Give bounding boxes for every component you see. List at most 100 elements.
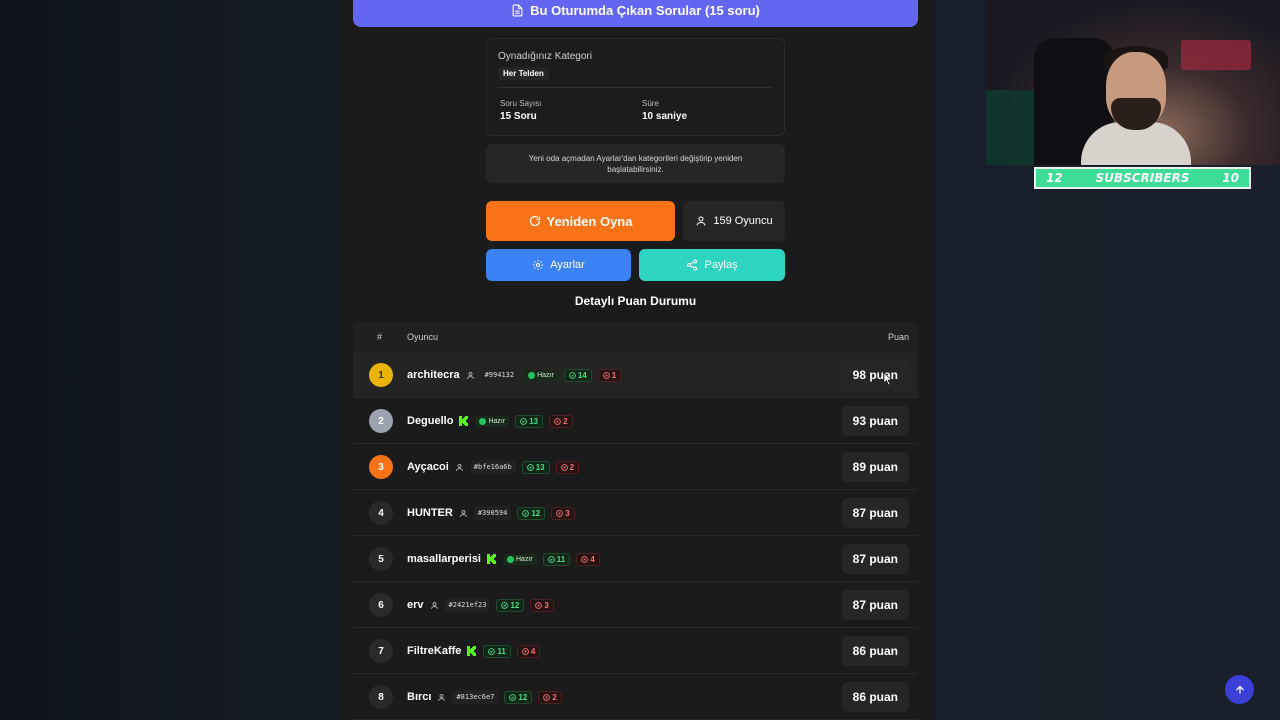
arrow-up-icon (1235, 685, 1244, 693)
player-name[interactable]: Deguello (407, 415, 453, 427)
correct-count: 11 (542, 552, 571, 566)
player-name[interactable]: HUNTER (407, 507, 453, 519)
wrong-value: 2 (552, 692, 557, 702)
ready-badge: Hazır (475, 415, 510, 427)
share-button[interactable]: Paylaş (639, 249, 785, 281)
correct-value: 13 (535, 462, 545, 472)
guest-user-icon (459, 509, 467, 517)
check-icon (479, 417, 487, 425)
player-tag: #2421ef23 (444, 598, 491, 612)
rank-badge: 2 (369, 409, 393, 433)
wrong-value: 3 (565, 508, 570, 518)
session-questions-button[interactable]: Bu Oturumda Çıkan Sorular (15 soru) (353, 0, 918, 27)
wrong-count: 4 (576, 552, 600, 566)
replay-button[interactable]: Yeniden Oyna (486, 201, 675, 241)
check-circle-icon (568, 371, 576, 379)
player-header: Oyuncu (407, 332, 439, 342)
check-circle-icon (526, 463, 534, 471)
player-cell: architecra #994132 Hazır 14 1 (407, 352, 622, 398)
rank-badge: 8 (369, 685, 393, 709)
correct-value: 13 (529, 416, 539, 426)
player-cell: FiltreKaffe 11 4 (407, 628, 541, 674)
subs-count-left: 12 (1046, 171, 1063, 185)
table-row: 8 Bırcı #813ec6e7 12 2 86 puan (353, 674, 918, 720)
player-name[interactable]: Ayçacoi (407, 461, 449, 473)
rank-badge: 7 (369, 639, 393, 663)
score-badge: 86 puan (841, 682, 909, 712)
wrong-value: 1 (611, 370, 617, 380)
player-cell: erv #2421ef23 12 3 (407, 582, 554, 628)
rank-badge: 5 (369, 547, 393, 571)
scroll-to-top-button[interactable] (1225, 675, 1254, 704)
scoreboard-title: Detaylı Puan Durumu (574, 294, 697, 308)
wrong-count: 2 (538, 690, 562, 704)
player-name[interactable]: masallarperisi (407, 553, 481, 565)
check-circle-icon (501, 601, 509, 609)
question-count-label: Soru Sayısı (500, 99, 542, 108)
player-cell: masallarperisi Hazır 11 4 (407, 536, 600, 582)
ready-badge: Hazır (503, 553, 537, 565)
kick-icon (459, 416, 469, 426)
wrong-count: 1 (597, 368, 622, 382)
players-count-label: 159 Oyuncu (713, 215, 773, 227)
guest-user-icon (455, 463, 463, 471)
player-name[interactable]: Bırcı (407, 691, 431, 703)
player-tag: #813ec6e7 (452, 690, 499, 704)
correct-value: 11 (556, 554, 566, 564)
rank-badge: 4 (369, 501, 393, 525)
rank-badge: 3 (369, 455, 393, 479)
x-circle-icon (522, 647, 529, 655)
time-label: Süre (642, 99, 659, 108)
correct-count: 13 (515, 414, 544, 428)
player-cell: Deguello Hazır 13 2 (407, 398, 573, 444)
player-name[interactable]: FiltreKaffe (407, 645, 461, 657)
question-count-value: 15 Soru (500, 111, 537, 122)
settings-note: Yeni oda açmadan Ayarlar'dan kategoriler… (486, 144, 785, 183)
table-row: 2 Deguello Hazır 13 2 93 puan (353, 398, 918, 444)
wrong-value: 4 (590, 554, 595, 564)
wrong-value: 3 (544, 600, 549, 610)
check-circle-icon (488, 647, 496, 655)
x-circle-icon (543, 693, 551, 701)
subscriber-goal-bar: 12 SUBSCRIBERS 10 (1034, 167, 1251, 189)
table-row: 3 Ayçacoi #bfe16a6b 13 2 89 puan (353, 444, 918, 490)
x-circle-icon (535, 601, 543, 609)
wrong-count: 2 (555, 460, 580, 474)
correct-count: 12 (517, 506, 546, 520)
check-circle-icon (509, 693, 517, 701)
player-tag: #bfe16a6b (469, 460, 516, 474)
category-badge: Her Telden (498, 67, 549, 80)
time-value: 10 saniye (642, 111, 688, 122)
session-questions-label: Bu Oturumda Çıkan Sorular (15 soru) (530, 3, 760, 18)
share-icon (687, 259, 698, 271)
players-count-button[interactable]: 159 Oyuncu (683, 201, 785, 241)
player-tag: #390594 (473, 506, 512, 520)
webcam-overlay (986, 0, 1280, 165)
category-label: Oynadığınız Kategori (498, 51, 592, 62)
correct-value: 12 (531, 508, 541, 518)
table-header: # Oyuncu Puan (353, 322, 918, 352)
score-badge: 87 puan (841, 498, 909, 528)
gear-icon (533, 260, 544, 270)
mouse-cursor-icon (884, 373, 892, 385)
check-icon (528, 371, 536, 379)
subs-label: SUBSCRIBERS (1095, 171, 1190, 185)
table-row: 5 masallarperisi Hazır 11 4 87 puan (353, 536, 918, 582)
score-header: Puan (887, 332, 909, 342)
rank-badge: 6 (369, 593, 393, 617)
player-tag: #994132 (480, 368, 519, 382)
score-badge: 86 puan (841, 636, 909, 666)
player-name[interactable]: erv (407, 599, 424, 611)
replay-label: Yeniden Oyna (546, 213, 633, 229)
x-circle-icon (556, 509, 564, 517)
correct-value: 12 (510, 600, 520, 610)
table-row: 7 FiltreKaffe 11 4 86 puan (353, 628, 918, 674)
x-circle-icon (581, 555, 589, 563)
x-circle-icon (560, 463, 568, 471)
x-circle-icon (554, 417, 561, 425)
player-name[interactable]: architecra (407, 369, 460, 381)
x-circle-icon (602, 371, 610, 379)
settings-button[interactable]: Ayarlar (486, 249, 631, 281)
check-circle-icon (522, 509, 530, 517)
check-icon (507, 555, 514, 563)
